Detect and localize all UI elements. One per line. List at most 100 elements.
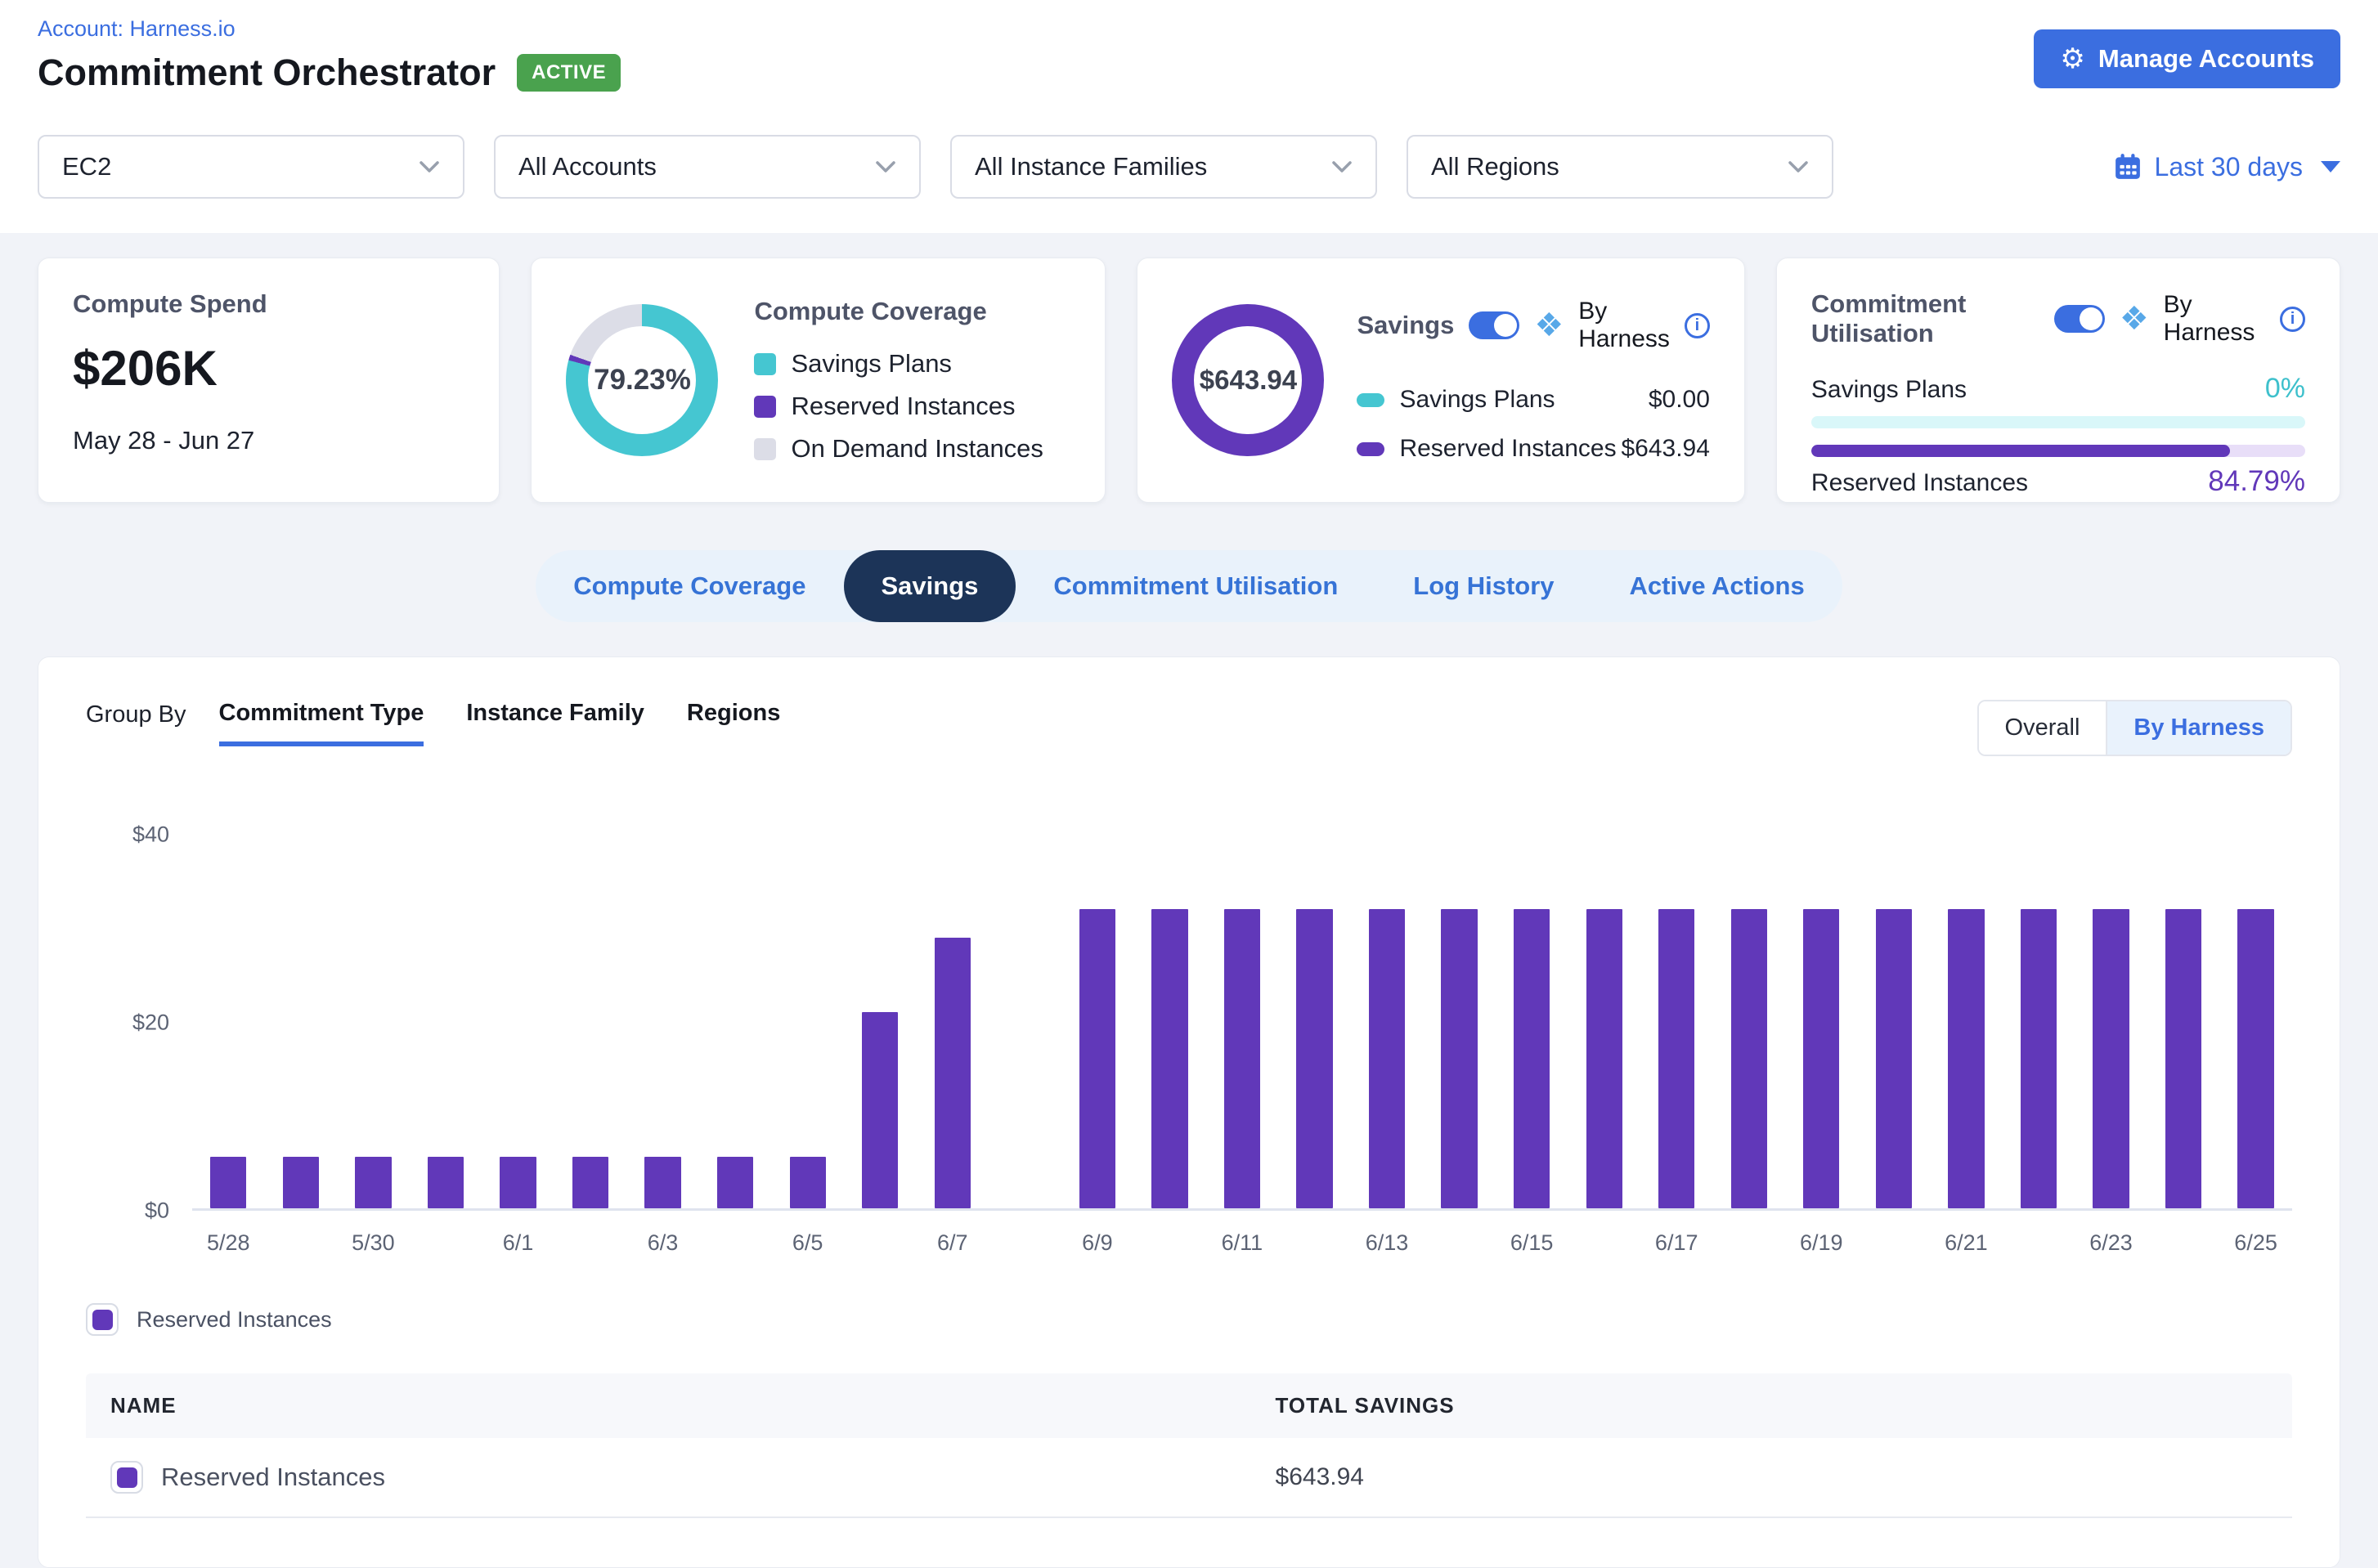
chart-plot: [192, 835, 2292, 1211]
chart-bar-slot: [265, 835, 338, 1208]
chart-bar-slot: [2003, 835, 2075, 1208]
tab-commitment-utilisation[interactable]: Commitment Utilisation: [1016, 550, 1375, 622]
chart-bar-6/1[interactable]: [500, 1157, 536, 1208]
page-header: Account: Harness.io Commitment Orchestra…: [0, 0, 2378, 114]
savings-donut-value: $643.94: [1200, 365, 1297, 396]
service-select[interactable]: EC2: [38, 135, 464, 199]
x-tick-label: 6/5: [771, 1230, 844, 1256]
x-tick-label: [1423, 1230, 1496, 1256]
table-row[interactable]: Reserved Instances $643.94: [86, 1438, 2292, 1518]
chart-bar-5/31[interactable]: [428, 1157, 464, 1208]
chart-bar-6/20[interactable]: [1876, 909, 1912, 1208]
chart-bar-6/23[interactable]: [2093, 909, 2129, 1208]
filter-bar: EC2 All Accounts All Instance Families A…: [0, 114, 2378, 233]
chart-bar-6/2[interactable]: [572, 1157, 608, 1208]
reserved-instances-swatch: [1357, 442, 1384, 456]
chart-bar-6/12[interactable]: [1296, 909, 1332, 1208]
view-toggle-by-harness[interactable]: By Harness: [2106, 701, 2291, 755]
chart-bar-6/6[interactable]: [862, 1012, 898, 1208]
chart-bar-6/15[interactable]: [1514, 909, 1550, 1208]
savings-row: Reserved Instances $643.94: [1357, 435, 1709, 463]
x-tick-label: [699, 1230, 772, 1256]
tab-active-actions[interactable]: Active Actions: [1592, 550, 1842, 622]
chart-legend-label: Reserved Instances: [137, 1307, 332, 1333]
chart-bar-6/3[interactable]: [644, 1157, 680, 1208]
coverage-legend-label: On Demand Instances: [791, 434, 1043, 464]
by-harness-toggle[interactable]: [2054, 305, 2105, 333]
chart-bar-slot: [1640, 835, 1713, 1208]
status-badge: ACTIVE: [517, 54, 621, 92]
chart-bar-6/17[interactable]: [1658, 909, 1694, 1208]
x-tick-label: 6/13: [1351, 1230, 1424, 1256]
chart-bar-6/14[interactable]: [1441, 909, 1477, 1208]
compute-spend-period: May 28 - Jun 27: [73, 426, 464, 455]
chart-bar-6/13[interactable]: [1369, 909, 1405, 1208]
reserved-instances-swatch: [754, 396, 776, 418]
chart-bar-6/7[interactable]: [935, 938, 971, 1208]
group-by-regions[interactable]: Regions: [687, 700, 780, 746]
page-title: Commitment Orchestrator: [38, 52, 496, 94]
tab-savings[interactable]: Savings: [844, 550, 1016, 622]
y-tick-label: $20: [132, 1010, 169, 1036]
compute-spend-title: Compute Spend: [73, 289, 464, 319]
date-range-picker[interactable]: Last 30 days: [2114, 152, 2340, 182]
savings-bar-chart: $40 $20 $0 5/285/306/16/36/56/76/96/116/…: [86, 835, 2292, 1256]
chart-bar-6/22[interactable]: [2021, 909, 2057, 1208]
info-icon[interactable]: i: [1685, 313, 1710, 338]
savings-row-value: $0.00: [1649, 386, 1710, 414]
chart-bar-6/19[interactable]: [1803, 909, 1839, 1208]
tab-log-history[interactable]: Log History: [1375, 550, 1591, 622]
tab-compute-coverage[interactable]: Compute Coverage: [536, 550, 843, 622]
instance-families-select[interactable]: All Instance Families: [950, 135, 1377, 199]
group-by-instance-family[interactable]: Instance Family: [466, 700, 644, 746]
commitment-utilisation-title: Commitment Utilisation: [1811, 289, 2039, 348]
chart-bar-6/4[interactable]: [717, 1157, 753, 1208]
x-tick-label: [1568, 1230, 1640, 1256]
chart-bar-5/29[interactable]: [283, 1157, 319, 1208]
chart-bar-6/24[interactable]: [2165, 909, 2201, 1208]
chart-bar-6/16[interactable]: [1586, 909, 1622, 1208]
checkbox-fill: [92, 1310, 113, 1330]
by-harness-label: By Harness: [2164, 291, 2265, 347]
toggle-knob: [2080, 307, 2102, 330]
on-demand-swatch: [754, 438, 776, 460]
chart-bar-6/10[interactable]: [1151, 909, 1187, 1208]
reserved-instances-checkbox[interactable]: [86, 1303, 119, 1336]
chart-bar-5/28[interactable]: [210, 1157, 246, 1208]
row-checkbox[interactable]: [110, 1461, 143, 1494]
accounts-select[interactable]: All Accounts: [494, 135, 921, 199]
chart-bar-5/30[interactable]: [355, 1157, 391, 1208]
compute-spend-value: $206K: [73, 340, 464, 396]
chart-bar-slot: [2147, 835, 2220, 1208]
regions-select[interactable]: All Regions: [1407, 135, 1833, 199]
manage-accounts-label: Manage Accounts: [2098, 44, 2314, 74]
savings-donut-chart: $643.94: [1172, 304, 1324, 456]
info-icon[interactable]: i: [2280, 307, 2305, 332]
savings-plans-swatch: [1357, 393, 1384, 407]
x-tick-label: [554, 1230, 627, 1256]
chart-bar-6/5[interactable]: [790, 1157, 826, 1208]
chevron-down-icon: [875, 160, 896, 173]
account-breadcrumb-link[interactable]: Account: Harness.io: [38, 16, 236, 42]
chart-bar-slot: [1496, 835, 1568, 1208]
x-tick-label: [1712, 1230, 1785, 1256]
chevron-down-icon: [1331, 160, 1353, 173]
x-tick-label: 6/17: [1640, 1230, 1713, 1256]
progress-fill: [1811, 445, 2230, 457]
group-by-commitment-type[interactable]: Commitment Type: [219, 700, 424, 746]
header-left: Account: Harness.io Commitment Orchestra…: [38, 16, 621, 94]
view-toggle-overall[interactable]: Overall: [1979, 701, 2107, 755]
chart-bar-6/25[interactable]: [2237, 909, 2273, 1208]
chart-bar-6/11[interactable]: [1224, 909, 1260, 1208]
manage-accounts-button[interactable]: ⚙ Manage Accounts: [2034, 29, 2340, 88]
x-tick-label: 6/25: [2219, 1230, 2292, 1256]
chart-bar-6/18[interactable]: [1731, 909, 1767, 1208]
by-harness-toggle[interactable]: [1469, 311, 1519, 339]
coverage-legend-item: On Demand Instances: [754, 434, 1043, 464]
savings-card: $643.94 Savings ❖ By Harness i Savings P…: [1137, 258, 1744, 503]
x-tick-label: [1278, 1230, 1351, 1256]
x-tick-label: 6/15: [1496, 1230, 1568, 1256]
chart-bar-6/21[interactable]: [1948, 909, 1984, 1208]
compute-coverage-card: 79.23% Compute Coverage Savings Plans Re…: [531, 258, 1106, 503]
chart-bar-6/9[interactable]: [1079, 909, 1115, 1208]
